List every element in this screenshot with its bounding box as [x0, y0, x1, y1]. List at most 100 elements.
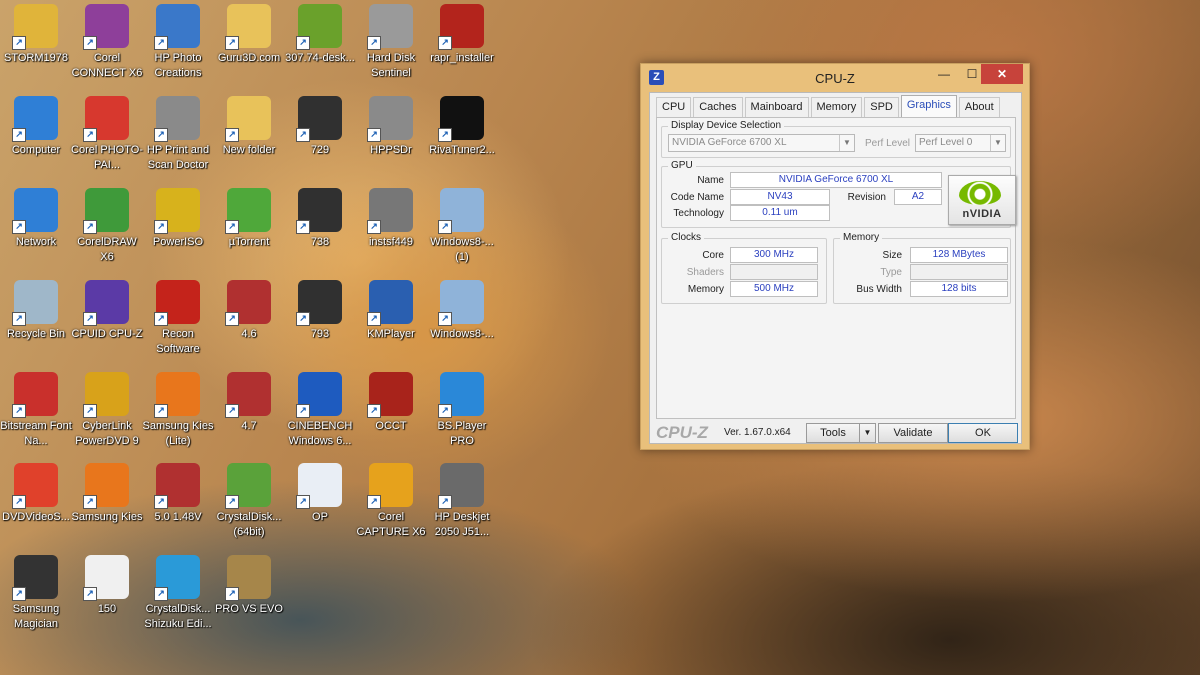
desktop-icon[interactable]: ↗ Windows8-... (1) — [426, 188, 498, 265]
desktop-icon-label: HP Photo Creations — [154, 52, 202, 79]
desktop-icon[interactable]: ↗ Corel CAPTURE X6 — [355, 463, 427, 540]
desktop-icon[interactable]: ↗ STORM1978 — [0, 4, 72, 66]
desktop-icon[interactable]: ↗ µTorrent — [213, 188, 285, 250]
desktop-icon[interactable]: ↗ CINEBENCH Windows 6... — [284, 372, 356, 449]
tab-graphics[interactable]: Graphics — [900, 95, 957, 117]
desktop-icon[interactable]: ↗ CorelDRAW X6 — [71, 188, 143, 265]
shortcut-arrow-icon: ↗ — [12, 495, 26, 509]
tab-bar: CPU Caches Mainboard Memory SPD Graphics… — [656, 95, 1002, 117]
desktop-icon[interactable]: ↗ HP Deskjet 2050 J51... — [426, 463, 498, 540]
image-file-icon: ↗ — [296, 96, 342, 142]
computer-icon: ↗ — [12, 96, 58, 142]
desktop-icon[interactable]: ↗ Samsung Magician — [0, 555, 72, 632]
desktop-icon-label: PRO VS EVO — [215, 603, 283, 615]
shortcut-arrow-icon: ↗ — [367, 312, 381, 326]
shaders-clock-value — [730, 264, 818, 280]
cpuz-window: Z CPU-Z — ☐ ✕ CPU Caches Mainboard Memor… — [640, 63, 1030, 450]
shortcut-arrow-icon: ↗ — [438, 220, 452, 234]
validate-button[interactable]: Validate — [878, 423, 948, 443]
desktop-icon[interactable]: ↗ 4.7 — [213, 372, 285, 434]
desktop-icon[interactable]: ↗ Hard Disk Sentinel — [355, 4, 427, 81]
desktop-icon[interactable]: ↗ Samsung Kies — [71, 463, 143, 525]
folder-icon: ↗ — [225, 4, 271, 50]
desktop-icon[interactable]: ↗ KMPlayer — [355, 280, 427, 342]
desktop-icon[interactable]: ↗ 729 — [284, 96, 356, 158]
tools-button[interactable]: Tools — [806, 423, 860, 443]
desktop-icon[interactable]: ↗ Samsung Kies (Lite) — [142, 372, 214, 449]
desktop-icon-label: CorelDRAW X6 — [77, 236, 137, 263]
crystaldisk-shizuku-icon: ↗ — [154, 555, 200, 601]
title-bar[interactable]: Z CPU-Z — ☐ ✕ — [641, 64, 1029, 91]
desktop-icon[interactable]: ↗ 307.74-desk... — [284, 4, 356, 66]
core-clock-label: Core — [702, 250, 724, 261]
desktop-icon[interactable]: ↗ HPPSDr — [355, 96, 427, 158]
desktop-icon-label: Corel CONNECT X6 — [71, 52, 143, 79]
desktop-icon-label: CrystalDisk... (64bit) — [216, 511, 282, 538]
shortcut-arrow-icon: ↗ — [225, 587, 239, 601]
tab-spd[interactable]: SPD — [864, 97, 899, 117]
desktop-icon[interactable]: ↗ 738 — [284, 188, 356, 250]
desktop-icon[interactable]: ↗ rapr_installer — [426, 4, 498, 66]
desktop-icon[interactable]: ↗ Recycle Bin — [0, 280, 72, 342]
desktop-icon[interactable]: ↗ HP Photo Creations — [142, 4, 214, 81]
desktop-icon[interactable]: ↗ Corel PHOTO-PAI... — [71, 96, 143, 173]
shortcut-arrow-icon: ↗ — [225, 404, 239, 418]
desktop-icon[interactable]: ↗ RivaTuner2... — [426, 96, 498, 158]
desktop-icon[interactable]: ↗ OP — [284, 463, 356, 525]
desktop-icon[interactable]: ↗ New folder — [213, 96, 285, 158]
desktop-icon[interactable]: ↗ CrystalDisk... (64bit) — [213, 463, 285, 540]
desktop-icon-label: OP — [312, 511, 328, 523]
desktop-icon[interactable]: ↗ CPUID CPU-Z — [71, 280, 143, 342]
image-file-icon: ↗ — [154, 463, 200, 509]
desktop-icon[interactable]: ↗ instsf449 — [355, 188, 427, 250]
desktop-icon[interactable]: ↗ Network — [0, 188, 72, 250]
display-selection-legend: Display Device Selection — [668, 120, 785, 131]
desktop-icon[interactable]: ↗ HP Print and Scan Doctor — [142, 96, 214, 173]
ok-button[interactable]: OK — [948, 423, 1018, 443]
minimize-button[interactable]: — — [930, 64, 958, 84]
image-file-icon: ↗ — [225, 280, 271, 326]
shortcut-arrow-icon: ↗ — [225, 220, 239, 234]
window-client: CPU Caches Mainboard Memory SPD Graphics… — [649, 92, 1022, 444]
shortcut-arrow-icon: ↗ — [438, 128, 452, 142]
nvidia-logo-text: nVIDIA — [962, 208, 1002, 220]
tools-dropdown-button[interactable]: ▼ — [859, 423, 876, 443]
core-clock-value: 300 MHz — [730, 247, 818, 263]
memory-clock-label: Memory — [687, 284, 724, 295]
shortcut-arrow-icon: ↗ — [83, 128, 97, 142]
desktop-icon-label: HP Deskjet 2050 J51... — [434, 511, 490, 538]
tab-about[interactable]: About — [958, 97, 1000, 117]
desktop-icon[interactable]: ↗ PowerISO — [142, 188, 214, 250]
display-device-select[interactable]: NVIDIA GeForce 6700 XL ▼ — [668, 134, 855, 152]
desktop-icon[interactable]: ↗ PRO VS EVO — [213, 555, 285, 617]
desktop-icon-label: 793 — [310, 328, 330, 340]
desktop-icon[interactable]: ↗ 793 — [284, 280, 356, 342]
desktop-icon[interactable]: ↗ CyberLink PowerDVD 9 — [71, 372, 143, 449]
tab-caches[interactable]: Caches — [693, 97, 743, 117]
close-button[interactable]: ✕ — [981, 64, 1023, 84]
dvdvideosoft-icon: ↗ — [12, 463, 58, 509]
desktop-icon[interactable]: ↗ DVDVideoS... — [0, 463, 72, 525]
shortcut-arrow-icon: ↗ — [154, 128, 168, 142]
tab-mainboard[interactable]: Mainboard — [744, 97, 809, 117]
tab-memory[interactable]: Memory — [810, 97, 863, 117]
desktop-icon[interactable]: ↗ Guru3D.com — [213, 4, 285, 66]
desktop-icon[interactable]: ↗ Corel CONNECT X6 — [71, 4, 143, 81]
desktop-icon[interactable]: ↗ Recon Software — [142, 280, 214, 357]
desktop-icon[interactable]: ↗ Bitstream Font Na... — [0, 372, 72, 449]
tab-cpu[interactable]: CPU — [656, 97, 692, 117]
shortcut-arrow-icon: ↗ — [12, 587, 26, 601]
desktop-icon[interactable]: ↗ BS.Player PRO — [426, 372, 498, 449]
shortcut-arrow-icon: ↗ — [12, 404, 26, 418]
desktop-icon[interactable]: ↗ Computer — [0, 96, 72, 158]
desktop-icon[interactable]: ↗ 4.6 — [213, 280, 285, 342]
desktop-icon[interactable]: ↗ OCCT — [355, 372, 427, 434]
perf-level-select[interactable]: Perf Level 0 ▼ — [915, 134, 1006, 152]
desktop-icon[interactable]: ↗ 150 — [71, 555, 143, 617]
crystaldisk-icon: ↗ — [225, 463, 271, 509]
desktop-icon[interactable]: ↗ CrystalDisk... Shizuku Edi... — [142, 555, 214, 632]
chevron-down-icon: ▼ — [839, 135, 854, 151]
desktop-icon[interactable]: ↗ 5.0 1.48V — [142, 463, 214, 525]
desktop-icon[interactable]: ↗ Windows8-... — [426, 280, 498, 342]
shortcut-arrow-icon: ↗ — [83, 404, 97, 418]
